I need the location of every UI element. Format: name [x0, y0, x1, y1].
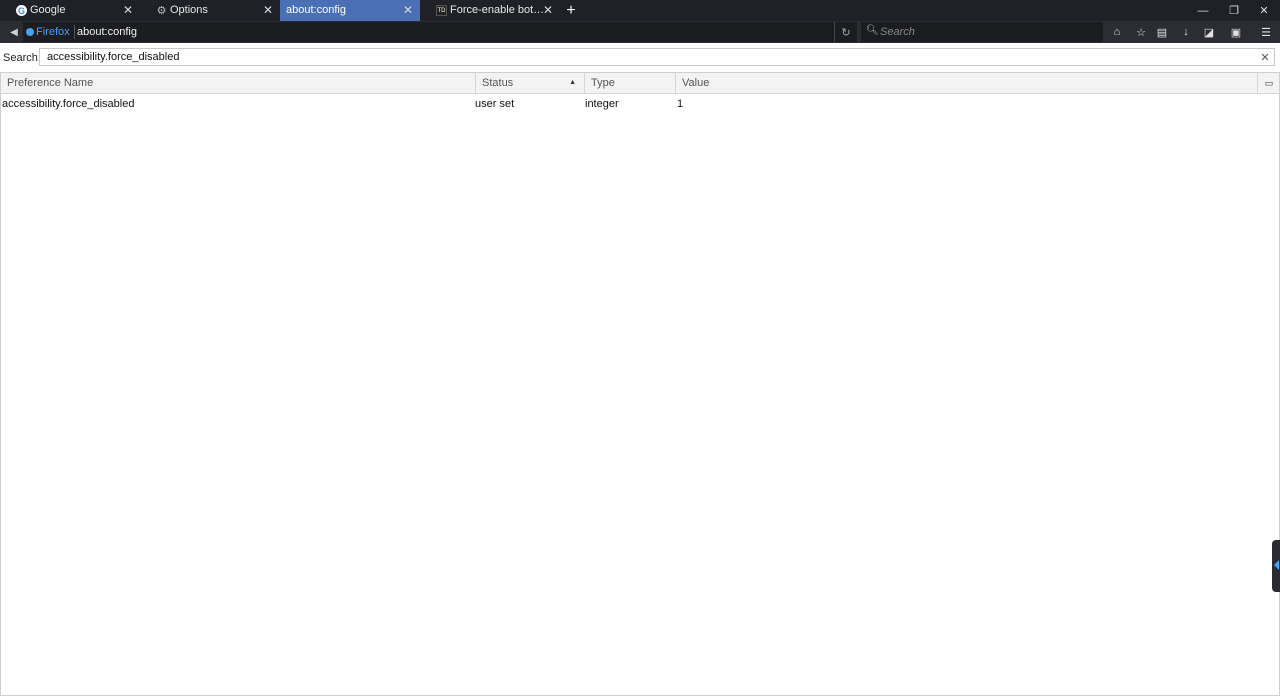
firefox-icon — [26, 28, 34, 36]
pref-status: user set — [475, 98, 515, 110]
minimize-icon[interactable]: — — [1189, 0, 1217, 21]
window-close-icon[interactable]: ✕ — [1250, 0, 1278, 21]
url-text[interactable]: about:config — [77, 26, 137, 38]
tab-label: Options — [170, 4, 208, 16]
column-header-name[interactable]: Preference Name — [1, 73, 476, 93]
clear-search-icon[interactable]: ✕ — [1259, 51, 1271, 64]
identity-label: Firefox — [36, 26, 70, 38]
tab-label: Force-enable both E… — [450, 4, 550, 16]
tab-google[interactable]: G Google ✕ — [0, 0, 140, 21]
new-tab-button[interactable]: + — [560, 0, 582, 21]
reload-icon[interactable]: ↻ — [834, 22, 857, 42]
tab-force-enable[interactable]: TD Force-enable both E… ✕ — [420, 0, 560, 21]
column-header-status-label: Status — [482, 77, 514, 89]
sidebar-toggle-handle[interactable] — [1272, 540, 1280, 592]
table-header: Preference Name Status ▲ Type Value ▭ — [1, 73, 1279, 94]
config-search-input[interactable] — [39, 48, 1275, 66]
tab-about-config[interactable]: about:config ✕ — [280, 0, 420, 21]
close-icon[interactable]: ✕ — [542, 3, 554, 17]
column-picker-icon[interactable]: ▭ — [1257, 73, 1280, 93]
table-row[interactable]: accessibility.force_disabled user set in… — [1, 94, 1279, 114]
url-bar[interactable]: Firefox about:config ↻ — [23, 22, 857, 42]
column-header-type[interactable]: Type — [585, 73, 676, 93]
config-search-row: Search: ✕ — [0, 43, 1280, 71]
pref-type: integer — [585, 98, 619, 110]
expand-arrow-icon — [1274, 560, 1279, 570]
nav-toolbar: ◀ Firefox about:config ↻ 🔍︎ Search ⌂ ☆ ▤… — [0, 21, 1280, 43]
sort-ascending-icon: ▲ — [569, 79, 576, 86]
close-icon[interactable]: ✕ — [122, 3, 134, 17]
close-icon[interactable]: ✕ — [402, 3, 414, 17]
tab-label: about:config — [286, 4, 346, 16]
preferences-table[interactable]: Preference Name Status ▲ Type Value ▭ ac… — [0, 72, 1280, 696]
menu-icon[interactable]: ☰ — [1258, 24, 1274, 40]
bookmark-star-icon[interactable]: ☆ — [1133, 24, 1149, 40]
restore-icon[interactable]: ❐ — [1220, 0, 1248, 21]
td-icon: TD — [436, 5, 447, 16]
search-placeholder: Search — [880, 26, 915, 38]
search-label: Search: — [3, 52, 41, 64]
identity-box[interactable]: Firefox — [26, 25, 75, 39]
bookmarks-menu-icon[interactable]: ▤ — [1154, 24, 1170, 40]
extension-icon[interactable]: ◪ — [1201, 24, 1217, 40]
close-icon[interactable]: ✕ — [262, 3, 274, 17]
gear-icon: ⚙ — [156, 5, 167, 17]
search-icon: 🔍︎ — [866, 25, 879, 36]
sidebar-icon[interactable]: ▣ — [1228, 24, 1244, 40]
back-icon[interactable]: ◀ — [6, 24, 22, 40]
pref-value: 1 — [677, 98, 684, 110]
column-header-status[interactable]: Status ▲ — [476, 73, 585, 93]
tab-label: Google — [30, 4, 66, 16]
pref-name: accessibility.force_disabled — [2, 98, 135, 110]
downloads-icon[interactable]: ↓ — [1178, 24, 1194, 40]
tab-options[interactable]: ⚙ Options ✕ — [140, 0, 280, 21]
google-icon: G — [16, 5, 27, 16]
home-icon[interactable]: ⌂ — [1109, 24, 1125, 40]
tab-strip: G Google ✕ ⚙ Options ✕ about:config ✕ TD… — [0, 0, 1280, 21]
search-bar[interactable]: 🔍︎ Search — [861, 22, 1103, 42]
column-header-value[interactable]: Value — [676, 73, 1257, 93]
